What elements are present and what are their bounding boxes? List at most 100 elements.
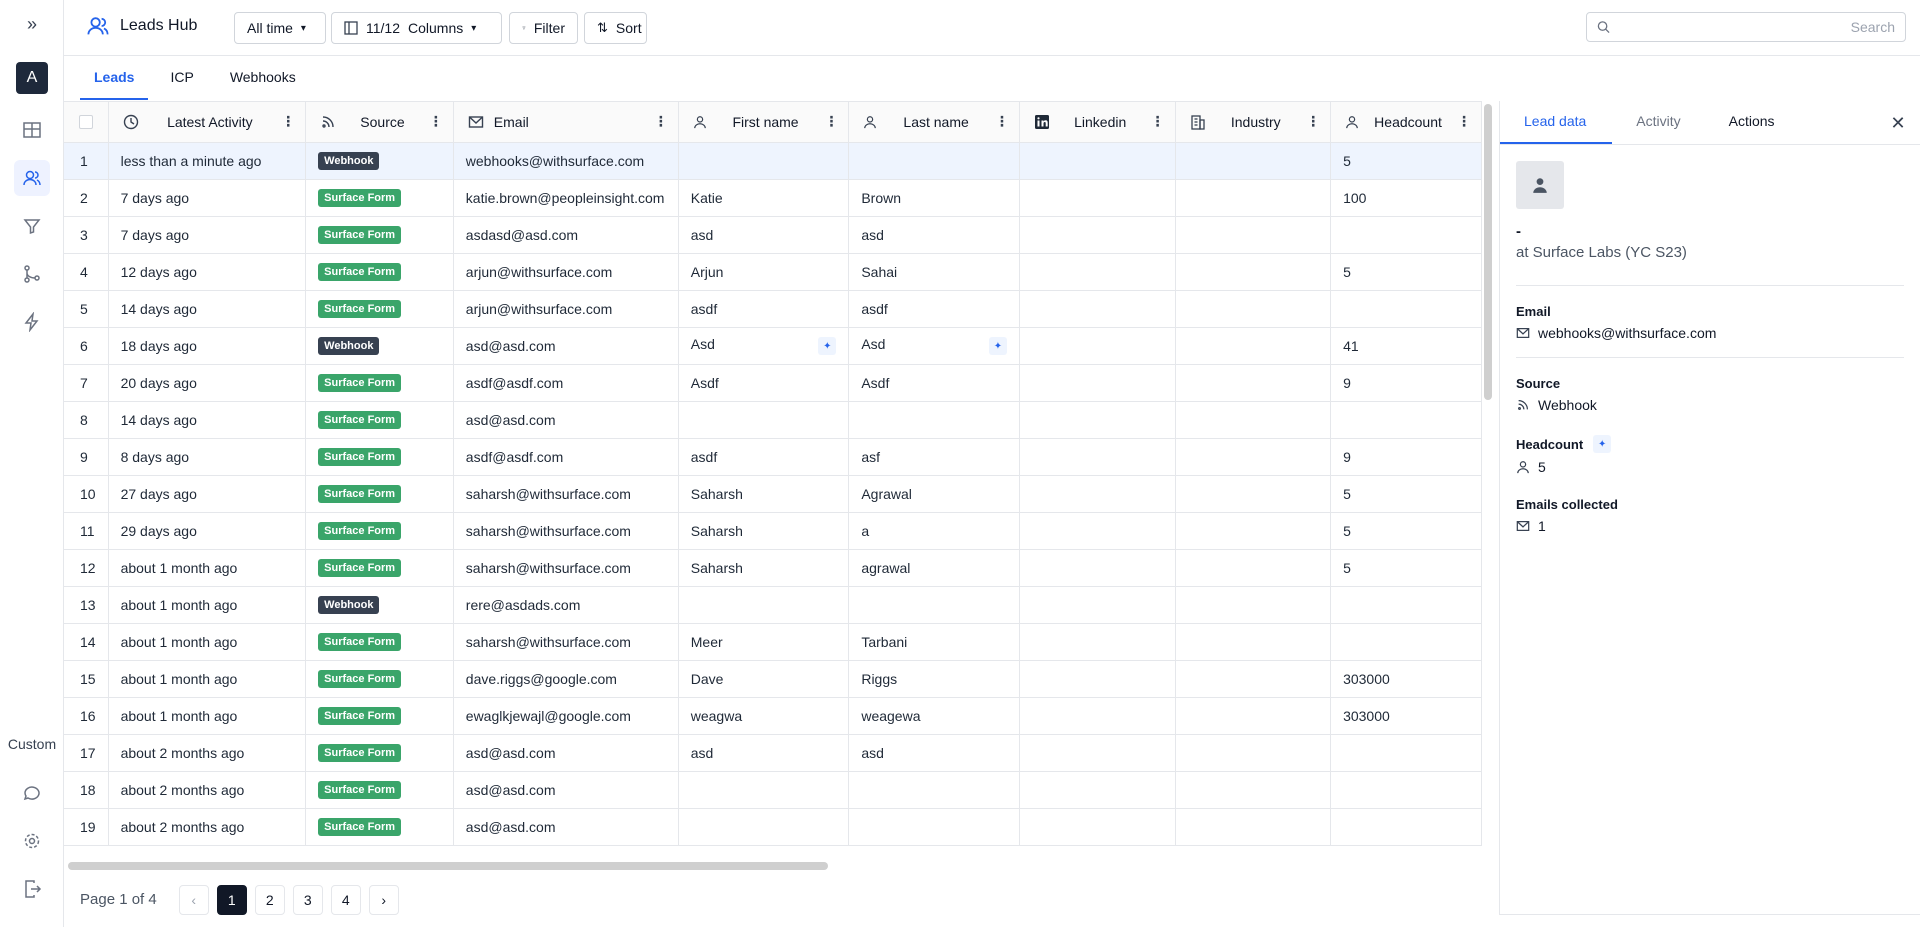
cell-last[interactable] (848, 586, 1020, 624)
cell-industry[interactable] (1175, 401, 1332, 439)
column-header-first-name[interactable]: First name ⋮ (678, 102, 850, 143)
cell-headcount[interactable]: 303000 (1330, 697, 1482, 735)
cell-first[interactable]: Saharsh (678, 475, 850, 513)
cell-last[interactable]: agrawal (848, 549, 1020, 587)
table-row[interactable]: 17 about 2 months ago Surface Form asd@asd.… (64, 734, 1482, 772)
table-row[interactable]: 9 8 days ago Surface Form asdf@asdf.com asdf… (64, 438, 1482, 476)
cell-industry[interactable] (1175, 771, 1332, 809)
cell-source[interactable]: Surface Form (305, 771, 454, 809)
cell-email[interactable]: asdf@asdf.com (453, 438, 679, 476)
cell-headcount[interactable] (1330, 623, 1482, 661)
cell-last[interactable]: asdf (848, 290, 1020, 328)
cell-industry[interactable] (1175, 290, 1332, 328)
cell-email[interactable]: dave.riggs@google.com (453, 660, 679, 698)
prev-page-button[interactable]: ‹ (178, 884, 209, 915)
cell-source[interactable]: Surface Form (305, 808, 454, 846)
column-header-linkedin[interactable]: Linkedin ⋮ (1019, 102, 1176, 143)
cell-first[interactable]: Asdf (678, 364, 850, 402)
cell-source[interactable]: Webhook (305, 327, 454, 365)
table-row[interactable]: 18 about 2 months ago Surface Form asd@asd.… (64, 771, 1482, 809)
workspace-avatar[interactable]: A (16, 62, 48, 94)
cell-source[interactable]: Surface Form (305, 253, 454, 291)
cell-first[interactable]: weagwa (678, 697, 850, 735)
cell-activity[interactable]: about 1 month ago (108, 660, 307, 698)
cell-first[interactable]: Saharsh (678, 512, 850, 550)
cell-activity[interactable]: 8 days ago (108, 438, 307, 476)
enrich-icon[interactable]: ✦ (818, 337, 837, 355)
cell-industry[interactable] (1175, 179, 1332, 217)
cell-industry[interactable] (1175, 475, 1332, 513)
cell-activity[interactable]: about 1 month ago (108, 623, 307, 661)
next-page-button[interactable]: › (368, 884, 399, 915)
cell-last[interactable]: weagewa (848, 697, 1020, 735)
cell-activity[interactable]: 14 days ago (108, 290, 307, 328)
cell-activity[interactable]: 12 days ago (108, 253, 307, 291)
column-menu-icon[interactable]: ⋮ (1457, 113, 1471, 130)
cell-email[interactable]: asd@asd.com (453, 401, 679, 439)
cell-activity[interactable]: 29 days ago (108, 512, 307, 550)
cell-last[interactable]: a (848, 512, 1020, 550)
tab-activity[interactable]: Activity (1612, 100, 1704, 144)
search-box[interactable] (1586, 12, 1906, 42)
table-row[interactable]: 12 about 1 month ago Surface Form saharsh@w… (64, 549, 1482, 587)
column-menu-icon[interactable]: ⋮ (281, 113, 295, 130)
table-row[interactable]: 15 about 1 month ago Surface Form dave.rigg… (64, 660, 1482, 698)
cell-activity[interactable]: about 1 month ago (108, 586, 307, 624)
cell-linkedin[interactable] (1019, 475, 1176, 513)
cell-source[interactable]: Webhook (305, 142, 454, 180)
cell-linkedin[interactable] (1019, 364, 1176, 402)
cell-last[interactable]: Asd ✦ (848, 327, 1020, 365)
cell-linkedin[interactable] (1019, 179, 1176, 217)
cell-n[interactable]: 10 (64, 475, 109, 513)
cell-linkedin[interactable] (1019, 586, 1176, 624)
cell-email[interactable]: ewaglkjewajl@google.com (453, 697, 679, 735)
cell-email[interactable]: rere@asdads.com (453, 586, 679, 624)
cell-n[interactable]: 9 (64, 438, 109, 476)
cell-headcount[interactable]: 303000 (1330, 660, 1482, 698)
cell-headcount[interactable] (1330, 290, 1482, 328)
cell-email[interactable]: saharsh@withsurface.com (453, 549, 679, 587)
cell-headcount[interactable] (1330, 808, 1482, 846)
table-row[interactable]: 3 7 days ago Surface Form asdasd@asd.com asd… (64, 216, 1482, 254)
cell-first[interactable]: Asd ✦ (678, 327, 850, 365)
cell-linkedin[interactable] (1019, 401, 1176, 439)
enrich-icon[interactable]: ✦ (1593, 435, 1612, 453)
cell-industry[interactable] (1175, 216, 1332, 254)
cell-first[interactable]: asd (678, 216, 850, 254)
cell-source[interactable]: Surface Form (305, 401, 454, 439)
cell-last[interactable]: asd (848, 734, 1020, 772)
cell-first[interactable]: Dave (678, 660, 850, 698)
page-button-3[interactable]: 3 (292, 884, 323, 915)
cell-industry[interactable] (1175, 586, 1332, 624)
cell-first[interactable]: Arjun (678, 253, 850, 291)
cell-n[interactable]: 6 (64, 327, 109, 365)
vertical-scrollbar[interactable] (1484, 104, 1492, 400)
cell-first[interactable] (678, 586, 850, 624)
table-row[interactable]: 14 about 1 month ago Surface Form saharsh@w… (64, 623, 1482, 661)
cell-industry[interactable] (1175, 734, 1332, 772)
cell-last[interactable]: asd (848, 216, 1020, 254)
filter-button[interactable]: Filter (509, 12, 578, 44)
cell-source[interactable]: Surface Form (305, 734, 454, 772)
cell-last[interactable]: Tarbani (848, 623, 1020, 661)
cell-industry[interactable] (1175, 438, 1332, 476)
columns-button[interactable]: 11/12 Columns ▾ (331, 12, 502, 44)
cell-source[interactable]: Surface Form (305, 660, 454, 698)
gear-icon[interactable] (14, 823, 50, 859)
cell-activity[interactable]: 27 days ago (108, 475, 307, 513)
funnel-icon[interactable] (14, 208, 50, 244)
cell-headcount[interactable]: 100 (1330, 179, 1482, 217)
table-row[interactable]: 16 about 1 month ago Surface Form ewaglkjew… (64, 697, 1482, 735)
column-header-industry[interactable]: Industry ⋮ (1175, 102, 1332, 143)
cell-first[interactable]: Meer (678, 623, 850, 661)
cell-headcount[interactable]: 9 (1330, 438, 1482, 476)
cell-email[interactable]: arjun@withsurface.com (453, 290, 679, 328)
cell-linkedin[interactable] (1019, 734, 1176, 772)
cell-email[interactable]: webhooks@withsurface.com (453, 142, 679, 180)
cell-n[interactable]: 5 (64, 290, 109, 328)
cell-n[interactable]: 17 (64, 734, 109, 772)
horizontal-scrollbar[interactable] (68, 862, 828, 870)
cell-source[interactable]: Surface Form (305, 438, 454, 476)
table-row[interactable]: 5 14 days ago Surface Form arjun@withsurfac… (64, 290, 1482, 328)
cell-source[interactable]: Surface Form (305, 216, 454, 254)
